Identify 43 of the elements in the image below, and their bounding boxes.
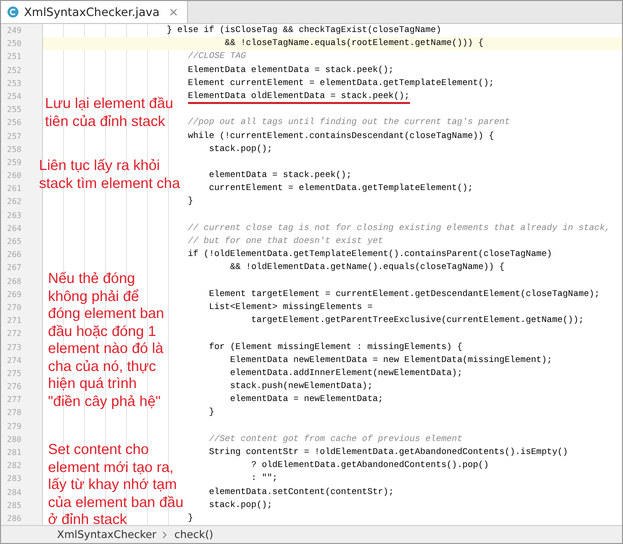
code-line: elementData = newElementData; bbox=[230, 393, 384, 406]
code-line: Element targetElement = currentElement.getDescendantElement(closeTagName); bbox=[208, 288, 600, 300]
code-line: targetElement.getParentTreeExclusive(currentElement.getName()); bbox=[251, 314, 584, 326]
code-comment: //CLOSE TAG bbox=[188, 50, 246, 62]
code-line: stack.pop(); bbox=[208, 142, 272, 155]
code-line: if (!oldElementData.getTemplateElement().containsParent(closeTagName) bbox=[188, 248, 552, 260]
code-line: elementData.addInnerElement(newElementData); bbox=[230, 366, 462, 379]
code-line: && !closeTagName.equals(rootElement.getName())) { bbox=[224, 37, 484, 50]
code-line: ElementData oldElementData = stack.peek(); bbox=[188, 90, 410, 104]
code-line: elementData.setContent(contentStr); bbox=[208, 486, 394, 498]
code-line: stack.push(newElementData); bbox=[230, 380, 373, 392]
chevron-icon bbox=[162, 530, 168, 538]
class-icon bbox=[7, 6, 19, 18]
code-line: } else if (isCloseTag && checkTagExist(closeTagName) bbox=[166, 24, 442, 36]
code-line: : ""; bbox=[251, 472, 278, 484]
code-line: List<Element> missingElements = bbox=[208, 300, 373, 313]
code-editor[interactable] bbox=[1, 24, 622, 525]
code-line: while (!currentElement.containsDescendant(closeTagName)) { bbox=[188, 130, 494, 142]
annotation-text: Set content cho element mới tạo ra, lấy từ khay nhớ tạm của element ban đầu ở đỉnh stack bbox=[48, 442, 184, 525]
breadcrumb-item[interactable]: XmlSyntaxChecker bbox=[57, 528, 156, 540]
code-line: for (Element missingElement : missingElements) { bbox=[208, 340, 462, 352]
code-line: ElementData elementData = stack.peek(); bbox=[188, 64, 394, 76]
close-button[interactable]: × bbox=[168, 5, 179, 19]
code-line: elementData = stack.peek(); bbox=[208, 169, 352, 182]
file-tab[interactable]: XmlSyntaxChecker.java × bbox=[1, 1, 188, 23]
code-comment: //pop out all tags until finding out the current tag's parent bbox=[188, 116, 510, 128]
line-number: 250 bbox=[1, 37, 43, 50]
code-comment: // current close tag is not for closing existing elements that already in stack, bbox=[188, 222, 610, 234]
breadcrumb-item[interactable]: check() bbox=[174, 528, 214, 540]
code-line: currentElement = elementData.getTemplateElement(); bbox=[208, 182, 473, 194]
code-line: && !oldElementData.getName().equals(closeTagName)) { bbox=[230, 261, 505, 274]
code-comment: //Set content got from cache of previous element bbox=[208, 432, 462, 445]
code-line: } bbox=[188, 195, 194, 208]
code-line: stack.pop(); bbox=[208, 498, 272, 511]
code-line: Element currentElement = elementData.getTemplateElement(); bbox=[188, 76, 494, 89]
code-line: } bbox=[188, 512, 194, 524]
code-line: } bbox=[208, 406, 214, 418]
code-line: String contentStr = !oldElementData.getAbandonedContents().isEmpty() bbox=[208, 446, 568, 458]
code-comment: // but for one that doesn't exist yet bbox=[188, 235, 384, 247]
annotation-text: Nếu thẻ đóng không phải để đóng element ban đầu hoặc đóng 1 element nào đó là cha của nó, thực hiện quá trình "điền cây phả hệ" bbox=[48, 271, 164, 411]
annotation-text: Lưu lại element đầu tiên của đỉnh stack bbox=[45, 96, 174, 131]
code-line: ? oldElementData.getAbandonedContents().pop() bbox=[251, 459, 489, 472]
code-line: ElementData newElementData = new ElementData(missingElement); bbox=[230, 354, 552, 366]
